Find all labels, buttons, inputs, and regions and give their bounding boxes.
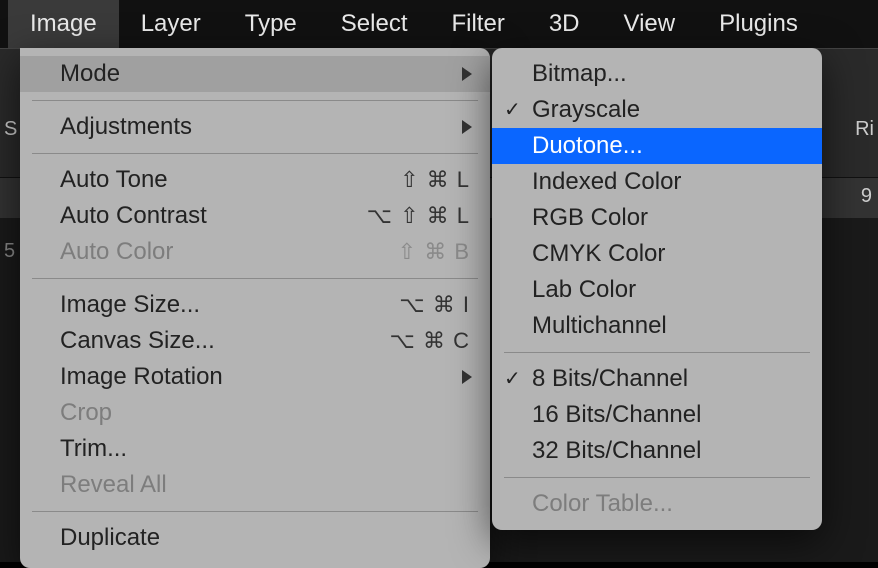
menu-item-label: Trim... [60,435,470,463]
menubar: Image Layer Type Select Filter 3D View P… [0,0,878,48]
menu-item-label: Auto Color [60,238,382,266]
menu-separator [504,477,810,478]
menu-item-bitmap[interactable]: Bitmap... [492,56,822,92]
menu-item-grayscale[interactable]: ✓ Grayscale [492,92,822,128]
menubar-item-image[interactable]: Image [8,0,119,48]
menu-item-adjustments[interactable]: Adjustments [20,109,490,145]
menubar-item-filter[interactable]: Filter [429,0,526,48]
menubar-item-type[interactable]: Type [223,0,319,48]
menu-item-trim[interactable]: Trim... [20,431,490,467]
check-icon: ✓ [504,369,521,389]
bg-text-fragment: S [4,118,17,141]
menubar-item-view[interactable]: View [602,0,698,48]
menu-item-label: Color Table... [532,490,802,518]
menu-item-label: Crop [60,399,470,427]
menu-item-label: RGB Color [532,204,802,232]
check-icon: ✓ [504,100,521,120]
menu-item-label: Image Size... [60,291,383,319]
menu-item-mode[interactable]: Mode [20,56,490,92]
menu-item-label: Indexed Color [532,168,802,196]
menu-item-label: Image Rotation [60,363,470,391]
chevron-right-icon [462,120,472,134]
menu-item-label: Duotone... [532,132,802,160]
menu-separator [32,100,478,101]
menu-item-label: Lab Color [532,276,802,304]
bg-text-fragment: 5 [4,240,15,263]
menu-separator [32,153,478,154]
menubar-label: Layer [141,10,201,38]
menu-item-label: Mode [60,60,470,88]
menu-item-shortcut: ⇧ ⌘ L [400,167,470,193]
menu-item-32-bits[interactable]: 32 Bits/Channel [492,433,822,469]
menu-item-crop: Crop [20,395,490,431]
menubar-label: View [624,10,676,38]
menu-separator [32,511,478,512]
menu-item-shortcut: ⌥ ⌘ C [390,328,470,354]
menubar-item-layer[interactable]: Layer [119,0,223,48]
menu-item-label: Multichannel [532,312,802,340]
menu-item-auto-color: Auto Color ⇧ ⌘ B [20,234,490,270]
menu-item-label: Canvas Size... [60,327,374,355]
menu-item-label: CMYK Color [532,240,802,268]
menubar-item-plugins[interactable]: Plugins [697,0,820,48]
menu-item-rgb-color[interactable]: RGB Color [492,200,822,236]
menu-item-color-table: Color Table... [492,486,822,522]
menu-item-label: Duplicate [60,524,470,552]
menu-item-multichannel[interactable]: Multichannel [492,308,822,344]
bg-text-fragment: 9 [861,185,872,208]
menubar-label: Image [30,10,97,38]
bg-text-fragment: Ri [855,118,874,141]
menu-item-label: Bitmap... [532,60,802,88]
menu-item-cmyk-color[interactable]: CMYK Color [492,236,822,272]
menu-item-shortcut: ⇧ ⌘ B [398,239,470,265]
menu-item-label: Reveal All [60,471,470,499]
menubar-label: Select [341,10,408,38]
menu-item-image-rotation[interactable]: Image Rotation [20,359,490,395]
menu-item-shortcut: ⌥ ⇧ ⌘ L [367,203,470,229]
menu-item-label: Auto Contrast [60,202,351,230]
menubar-label: Filter [451,10,504,38]
menubar-item-3d[interactable]: 3D [527,0,602,48]
menu-item-8-bits[interactable]: ✓ 8 Bits/Channel [492,361,822,397]
menu-item-label: 16 Bits/Channel [532,401,802,429]
menubar-label: 3D [549,10,580,38]
menu-item-duotone[interactable]: Duotone... [492,128,822,164]
menu-item-reveal-all: Reveal All [20,467,490,503]
menu-item-auto-tone[interactable]: Auto Tone ⇧ ⌘ L [20,162,490,198]
menu-separator [504,352,810,353]
menubar-label: Type [245,10,297,38]
menu-separator [32,278,478,279]
menu-item-label: Grayscale [532,96,802,124]
menu-item-label: Auto Tone [60,166,384,194]
chevron-right-icon [462,67,472,81]
menu-item-label: Adjustments [60,113,470,141]
menu-item-canvas-size[interactable]: Canvas Size... ⌥ ⌘ C [20,323,490,359]
chevron-right-icon [462,370,472,384]
menu-item-duplicate[interactable]: Duplicate [20,520,490,556]
menu-item-image-size[interactable]: Image Size... ⌥ ⌘ I [20,287,490,323]
menu-item-label: 8 Bits/Channel [532,365,802,393]
image-menu-dropdown: Mode Adjustments Auto Tone ⇧ ⌘ L Auto Co… [20,48,490,568]
menu-item-lab-color[interactable]: Lab Color [492,272,822,308]
menu-item-label: 32 Bits/Channel [532,437,802,465]
menu-item-indexed-color[interactable]: Indexed Color [492,164,822,200]
mode-submenu-dropdown: Bitmap... ✓ Grayscale Duotone... Indexed… [492,48,822,530]
menubar-label: Plugins [719,10,798,38]
menu-item-16-bits[interactable]: 16 Bits/Channel [492,397,822,433]
menu-item-shortcut: ⌥ ⌘ I [399,292,470,318]
menu-item-auto-contrast[interactable]: Auto Contrast ⌥ ⇧ ⌘ L [20,198,490,234]
menubar-item-select[interactable]: Select [319,0,430,48]
